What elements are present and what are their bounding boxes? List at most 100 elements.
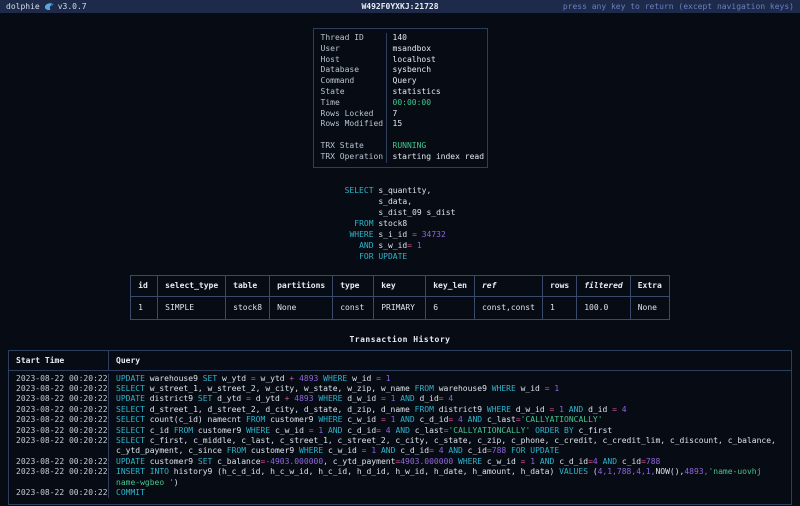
transaction-start-time: 2023-08-22 00:20:22 <box>9 374 109 384</box>
app-identity: dolphie v3.0.7 <box>6 2 87 12</box>
sql-token-op: = <box>309 426 319 435</box>
explain-col-type: type <box>333 275 374 296</box>
sql-token-id: c_balance <box>217 457 260 466</box>
sql-token-num: 1 <box>391 415 401 424</box>
thread-field-value: 140 <box>386 33 487 44</box>
sql-token-op: = <box>550 405 560 414</box>
transaction-query: SELECT d_street_1, d_street_2, d_city, d… <box>109 405 791 415</box>
query-line: s_data, <box>345 196 456 207</box>
explain-cell: 1 <box>131 296 158 319</box>
thread-field-label: Time <box>314 98 386 109</box>
thread-field-label: Rows Locked <box>314 109 386 120</box>
sql-token-kw: FROM <box>227 446 251 455</box>
sql-token-id: ) <box>174 478 179 487</box>
sql-token-kw: FROM <box>174 426 198 435</box>
explain-col-id: id <box>131 275 158 296</box>
thread-field-value: RUNNING <box>386 141 487 152</box>
thread-field-label: TRX Operation <box>314 152 386 163</box>
explain-col-Extra: Extra <box>630 275 669 296</box>
explain-table: idselect_typetablepartitionstypekeykey_l… <box>130 275 670 320</box>
sql-token-kw: AND <box>569 405 588 414</box>
sql-token-kw: AND <box>448 446 467 455</box>
sql-token-id: history9 (h_c_d_id, h_c_w_id, h_c_id, h_… <box>174 467 559 476</box>
sql-token-kw: SELECT <box>345 186 374 195</box>
sql-token-op: = <box>381 415 391 424</box>
sql-token-id: c_w_id <box>347 415 381 424</box>
transaction-query: SELECT w_street_1, w_street_2, w_city, w… <box>109 384 791 394</box>
sql-token-op: = <box>545 384 555 393</box>
sql-token-id: c_id <box>622 457 641 466</box>
thread-field-label: Command <box>314 76 386 87</box>
sql-token-kw: INSERT INTO <box>116 467 174 476</box>
explain-col-key: key <box>374 275 426 296</box>
explain-cell: SIMPLE <box>158 296 226 319</box>
column-header-start-time: Start Time <box>9 351 109 370</box>
transaction-start-time: 2023-08-22 00:20:22 <box>9 457 109 467</box>
sql-token-kw: AND <box>400 394 419 403</box>
sql-token-num: 4,1,788,4,1, <box>598 467 656 476</box>
sql-token-num: 4 <box>439 446 449 455</box>
sql-token-num: 4 <box>458 415 468 424</box>
thread-fields: Thread ID140UsermsandboxHostlocalhostDat… <box>314 33 487 163</box>
transaction-start-time: 2023-08-22 00:20:22 <box>9 394 109 404</box>
sql-token-kw: WHERE <box>299 446 328 455</box>
sql-token-op: + <box>285 394 295 403</box>
sql-token-id: d_street_1, d_street_2, d_city, d_state,… <box>150 405 415 414</box>
sql-token-id: d_w_id <box>516 405 550 414</box>
sql-token-id: s_dist_09 s_dist <box>345 208 456 217</box>
sql-token-id: district9 <box>150 394 198 403</box>
sql-token-kw: VALUES <box>559 467 593 476</box>
sql-token-id: c_d_id <box>559 457 588 466</box>
sql-token-kw: UPDATE <box>116 394 150 403</box>
sql-token-id: c_d_id <box>347 426 376 435</box>
sql-token-kw: AND <box>400 415 419 424</box>
sql-token-id: d_id <box>588 405 612 414</box>
query-line: FOR UPDATE <box>345 251 456 262</box>
sql-token-kw: COMMIT <box>116 488 145 497</box>
thread-field-value: 15 <box>386 119 487 130</box>
thread-field-label: Thread ID <box>314 33 386 44</box>
transaction-row: 2023-08-22 00:20:22SELECT w_street_1, w_… <box>9 384 791 394</box>
thread-field-value: 00:00:00 <box>386 98 487 109</box>
sql-token-num: 4 <box>448 394 453 403</box>
explain-cell: 1 <box>542 296 576 319</box>
thread-field-value: 7 <box>386 109 487 120</box>
transaction-query: SELECT count(c_id) namecnt FROM customer… <box>109 415 791 425</box>
sql-token-id: c_id <box>150 426 174 435</box>
sql-token-id: c_w_id <box>328 446 362 455</box>
sql-token-id: s_i_id <box>374 230 413 239</box>
transaction-start-time: 2023-08-22 00:20:22 <box>9 488 109 498</box>
sql-token-kw: AND <box>540 457 559 466</box>
sql-token-id: c_w_id <box>275 426 309 435</box>
sql-token-str: 'CALLYATIONCALLY' <box>521 415 603 424</box>
sql-token-kw: ORDER BY <box>535 426 578 435</box>
sql-token-id: s_data, <box>345 197 412 206</box>
top-bar: dolphie v3.0.7 W492F0YXKJ:21728 press an… <box>0 0 800 13</box>
transaction-query: SELECT c_id FROM customer9 WHERE c_w_id … <box>109 426 791 436</box>
transaction-start-time: 2023-08-22 00:20:22 <box>9 426 109 436</box>
thread-field-value: localhost <box>386 55 487 66</box>
explain-cell: stock8 <box>226 296 270 319</box>
sql-token-kw: FOR UPDATE <box>359 252 407 261</box>
sql-token-id <box>345 252 359 261</box>
explain-col-filtered: filtered <box>577 275 631 296</box>
sql-token-num: 1 <box>530 457 540 466</box>
sql-token-op: = <box>521 457 531 466</box>
main-content: Thread ID140UsermsandboxHostlocalhostDat… <box>0 13 800 505</box>
sql-token-kw: WHERE <box>349 230 373 239</box>
sql-token-id: d_ytd <box>217 394 246 403</box>
sql-token-id: s_quantity, <box>374 186 432 195</box>
app-version: v3.0.7 <box>58 2 87 11</box>
sql-token-num: 1 <box>559 405 569 414</box>
sql-token-kw: AND <box>359 241 373 250</box>
sql-token-op: = <box>251 374 261 383</box>
sql-token-kw: UPDATE <box>116 374 150 383</box>
sql-token-kw: FROM <box>354 219 373 228</box>
explain-col-table: table <box>226 275 270 296</box>
sql-token-kw: WHERE <box>318 394 347 403</box>
sql-token-op: = <box>429 446 439 455</box>
sql-token-num: 1 <box>318 426 328 435</box>
sql-token-kw: FROM <box>415 384 439 393</box>
sql-token-id: c_d_id <box>400 446 429 455</box>
sql-token-id: , c_ytd_payment <box>323 457 395 466</box>
